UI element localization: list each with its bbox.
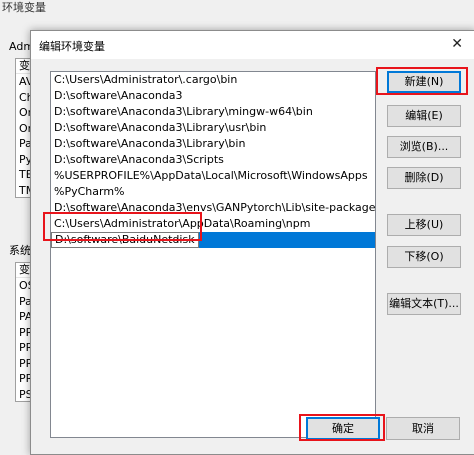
- path-row[interactable]: %USERPROFILE%\AppData\Local\Microsoft\Wi…: [51, 168, 375, 184]
- dialog-title: 编辑环境变量: [39, 40, 105, 53]
- path-row[interactable]: D:\software\Anaconda3\Scripts: [51, 152, 375, 168]
- cancel-button[interactable]: 取消: [386, 417, 460, 440]
- ok-button[interactable]: 确定: [306, 417, 380, 440]
- path-row[interactable]: C:\Users\Administrator\.cargo\bin: [51, 72, 375, 88]
- path-row[interactable]: D:\software\Anaconda3\Library\mingw-w64\…: [51, 104, 375, 120]
- path-row[interactable]: D:\software\Anaconda3\Library\usr\bin: [51, 120, 375, 136]
- path-edit-input[interactable]: D:\software\BaiduNetdisk: [51, 232, 199, 248]
- path-row[interactable]: D:\software\Anaconda3\Library\bin: [51, 136, 375, 152]
- move-down-button[interactable]: 下移(O): [387, 246, 461, 268]
- edit-env-var-dialog: 编辑环境变量 ✕ C:\Users\Administrator\.cargo\b…: [30, 30, 474, 455]
- path-row[interactable]: %PyCharm%: [51, 184, 375, 200]
- path-row-editing[interactable]: D:\software\BaiduNetdisk: [51, 232, 375, 248]
- dialog-titlebar: 编辑环境变量 ✕: [31, 31, 474, 59]
- delete-button[interactable]: 删除(D): [387, 167, 461, 189]
- path-row[interactable]: D:\software\Anaconda3\envs\GANPytorch\Li…: [51, 200, 375, 216]
- env-window-title: 环境变量: [2, 1, 46, 14]
- path-row[interactable]: D:\software\Anaconda3: [51, 88, 375, 104]
- edit-text-button[interactable]: 编辑文本(T)...: [387, 293, 461, 315]
- move-up-button[interactable]: 上移(U): [387, 214, 461, 236]
- browse-button[interactable]: 浏览(B)...: [387, 136, 461, 158]
- path-row[interactable]: C:\Users\Administrator\AppData\Roaming\n…: [51, 216, 375, 232]
- path-list[interactable]: C:\Users\Administrator\.cargo\bin D:\soft…: [50, 71, 376, 438]
- edit-button[interactable]: 编辑(E): [387, 105, 461, 127]
- close-icon[interactable]: ✕: [451, 37, 463, 51]
- new-button[interactable]: 新建(N): [387, 71, 461, 93]
